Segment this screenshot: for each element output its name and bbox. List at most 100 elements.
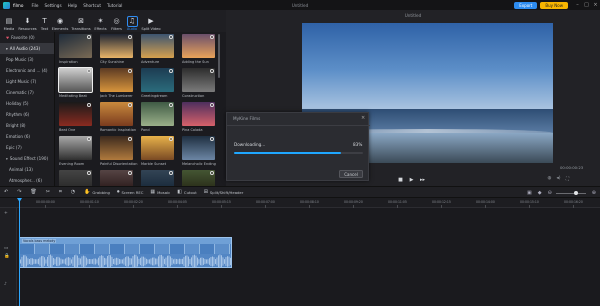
tab-audio[interactable]: ♫ Audio bbox=[125, 15, 140, 33]
download-icon[interactable] bbox=[210, 35, 214, 39]
download-icon[interactable] bbox=[169, 69, 173, 73]
sidebar-item[interactable]: Cinematic (7) bbox=[0, 87, 54, 98]
audio-tile[interactable]: Construction bbox=[182, 68, 215, 99]
download-icon[interactable] bbox=[128, 35, 132, 39]
menu-settings[interactable]: Settings bbox=[44, 3, 61, 8]
sidebar-item[interactable]: ▾ Sound Effect (190) bbox=[0, 153, 54, 164]
tab-elements[interactable]: ◉ Elements bbox=[51, 17, 70, 33]
tab-filters[interactable]: ◎ Filters bbox=[109, 17, 124, 33]
sidebar-item[interactable]: Light Music (7) bbox=[0, 76, 54, 87]
play-icon[interactable]: ▶ bbox=[406, 177, 417, 183]
zoom-in-icon[interactable]: ⊕ bbox=[592, 190, 596, 196]
dialog-close-icon[interactable]: × bbox=[361, 115, 365, 121]
audio-tile[interactable]: Adding the Sun bbox=[182, 34, 215, 65]
audio-tile[interactable]: Pina Colada bbox=[182, 102, 215, 133]
tool-grabbing[interactable]: ✋ Grabbing bbox=[84, 189, 110, 195]
sidebar-item[interactable]: ♥ Favorite (0) bbox=[0, 32, 54, 43]
snap-icon[interactable]: ▣ bbox=[527, 190, 532, 196]
cancel-button[interactable]: Cancel bbox=[339, 170, 363, 178]
zoom-slider-knob[interactable] bbox=[573, 191, 578, 195]
menu-tutorial[interactable]: Tutorial bbox=[107, 3, 122, 8]
audio-tile[interactable]: Greetingdream bbox=[141, 68, 174, 99]
download-icon[interactable] bbox=[128, 103, 132, 107]
audio-tile[interactable]: Inspiration bbox=[59, 34, 92, 65]
download-icon[interactable] bbox=[169, 137, 173, 141]
tab-media[interactable]: ▤ Media bbox=[2, 17, 16, 33]
add-track-icon[interactable]: + bbox=[4, 211, 8, 216]
audio-tile[interactable]: Melancholic Ending bbox=[182, 136, 216, 167]
export-button[interactable]: Export bbox=[514, 1, 538, 9]
sidebar-item[interactable]: Animal (13) bbox=[0, 164, 54, 175]
audio-tile[interactable]: Adventure bbox=[141, 34, 174, 65]
download-icon[interactable] bbox=[87, 69, 91, 73]
sidebar-item[interactable]: Holiday (5) bbox=[0, 98, 54, 109]
download-icon[interactable] bbox=[210, 171, 214, 175]
speed-icon[interactable]: ◔ bbox=[71, 189, 77, 195]
playhead[interactable] bbox=[19, 199, 20, 306]
tool-mosaic[interactable]: ▦ Mosaic bbox=[150, 189, 170, 195]
audio-tile[interactable]: Romantic Inspiration bbox=[100, 102, 136, 133]
audio-tile[interactable] bbox=[59, 170, 92, 186]
crop-icon[interactable]: ⌗ bbox=[59, 189, 64, 195]
audio-tile[interactable]: Beat One bbox=[59, 102, 92, 133]
next-frame-icon[interactable]: ▸▸ bbox=[417, 177, 428, 183]
lock-icon[interactable]: 🔒 bbox=[4, 254, 10, 259]
tool-screen-rec[interactable]: ⏺ Screen REC bbox=[117, 189, 143, 195]
menu-help[interactable]: Help bbox=[68, 3, 78, 8]
zoom-slider[interactable] bbox=[555, 191, 586, 195]
audio-tile[interactable]: Marble Sunset bbox=[141, 136, 174, 167]
download-icon[interactable] bbox=[87, 103, 91, 107]
audio-clip[interactable]: Vocals bass melody bbox=[19, 237, 232, 268]
sidebar-item[interactable]: ▾ All Audio (243) bbox=[0, 43, 54, 54]
download-icon[interactable] bbox=[169, 35, 173, 39]
menu-shortcut[interactable]: Shortcut bbox=[83, 3, 101, 8]
zoom-out-icon[interactable]: ⊖ bbox=[548, 190, 552, 196]
sidebar-item[interactable]: Bright (8) bbox=[0, 120, 54, 131]
audio-tile[interactable]: Pond bbox=[141, 102, 174, 133]
tab-effects[interactable]: ✶ Effects bbox=[93, 17, 109, 33]
tab-split-video[interactable]: ▶ Split Video bbox=[140, 17, 162, 33]
stop-icon[interactable]: ■ bbox=[395, 177, 406, 183]
delete-icon[interactable]: 🗑 bbox=[30, 189, 38, 195]
download-icon[interactable] bbox=[169, 103, 173, 107]
tab-resources[interactable]: ⬇ Resources bbox=[17, 17, 39, 33]
sidebar-item[interactable]: Epic (7) bbox=[0, 142, 54, 153]
undo-icon[interactable]: ↶ bbox=[4, 189, 10, 195]
audio-tile[interactable]: Meditating Beat bbox=[58, 67, 93, 99]
sidebar-item[interactable]: Rhythm (6) bbox=[0, 109, 54, 120]
download-icon[interactable] bbox=[128, 69, 132, 73]
split-clip-icon[interactable]: ✂ bbox=[46, 189, 52, 195]
download-icon[interactable] bbox=[87, 171, 91, 175]
download-icon[interactable] bbox=[128, 171, 132, 175]
grid-scrollbar[interactable] bbox=[218, 34, 220, 78]
sidebar-item[interactable]: Atmospher... (6) bbox=[0, 175, 54, 186]
download-icon[interactable] bbox=[169, 171, 173, 175]
download-icon[interactable] bbox=[210, 103, 214, 107]
timeline-ruler[interactable]: 00:00:00:00 00:00:01:10 00:00:02:20 00:00:0… bbox=[0, 198, 600, 208]
marker-icon[interactable]: ◆ bbox=[538, 190, 542, 196]
menu-file[interactable]: File bbox=[31, 3, 38, 8]
sidebar-item[interactable]: Electronic and ... (4) bbox=[0, 65, 54, 76]
tab-transitions[interactable]: ⊠ Transitions bbox=[70, 17, 92, 33]
close-icon[interactable]: × bbox=[591, 2, 600, 8]
snapshot-icon[interactable]: ◍ bbox=[545, 176, 554, 182]
download-icon[interactable] bbox=[87, 35, 91, 39]
tab-text[interactable]: T Text bbox=[39, 17, 50, 33]
download-icon[interactable] bbox=[210, 137, 214, 141]
audio-tile[interactable]: Jack The Lumberer bbox=[100, 68, 133, 99]
download-icon[interactable] bbox=[87, 137, 91, 141]
fullscreen-icon[interactable]: ⛶ bbox=[563, 176, 572, 182]
sidebar-item[interactable]: Emotion (6) bbox=[0, 131, 54, 142]
download-icon[interactable] bbox=[128, 137, 132, 141]
audio-tile[interactable] bbox=[141, 170, 174, 186]
audio-tile[interactable] bbox=[182, 170, 215, 186]
audio-tile[interactable]: Painful Disorientation bbox=[100, 136, 137, 167]
volume-icon[interactable]: ◂) bbox=[554, 176, 563, 182]
buy-now-button[interactable]: Buy Now bbox=[540, 1, 568, 9]
redo-icon[interactable]: ↷ bbox=[17, 189, 23, 195]
download-icon[interactable] bbox=[210, 69, 214, 73]
audio-tile[interactable]: Evening Room bbox=[59, 136, 92, 167]
sidebar-item[interactable]: Pop Music (3) bbox=[0, 54, 54, 65]
maximize-icon[interactable]: □ bbox=[582, 2, 591, 8]
tool-cutout[interactable]: ◧ Cutout bbox=[177, 189, 197, 195]
